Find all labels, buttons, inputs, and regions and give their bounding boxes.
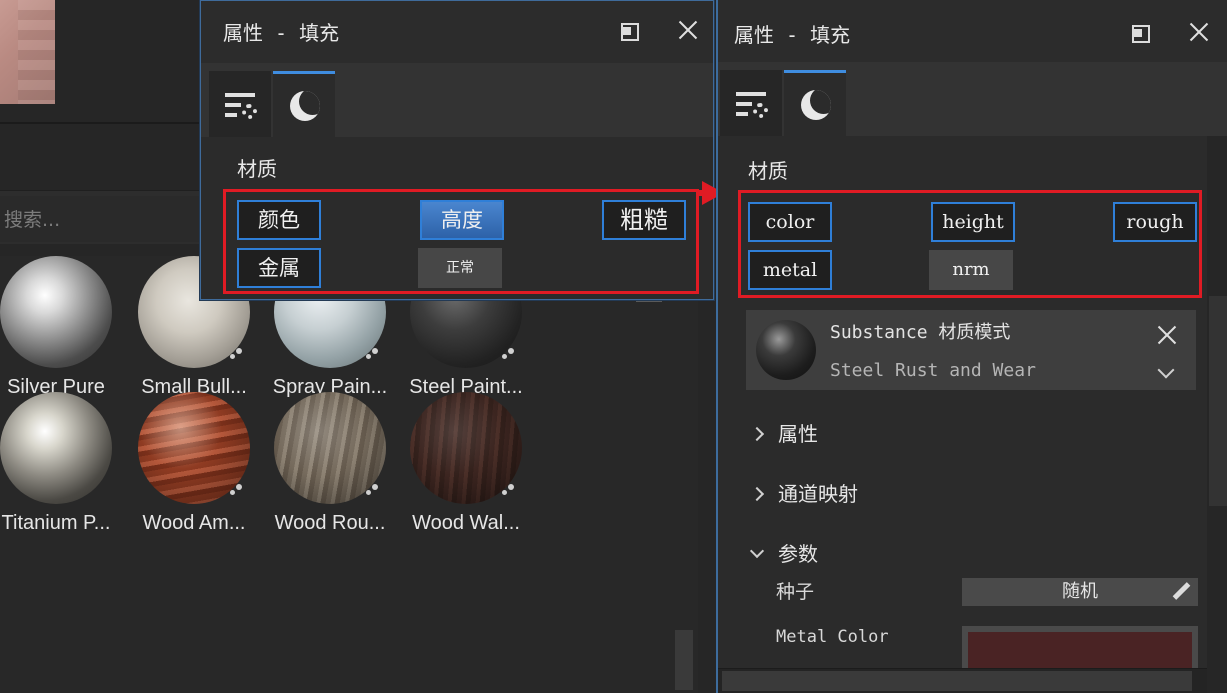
material-item-wood-american[interactable]: Wood Am... <box>124 392 264 535</box>
channel-normal-button[interactable]: 正常 <box>418 248 502 288</box>
close-icon[interactable] <box>1156 324 1178 346</box>
material-sphere-icon <box>801 90 831 120</box>
settings-list-icon <box>225 91 257 123</box>
param-metal-color-label: Metal Color <box>776 627 889 647</box>
random-seed-button[interactable]: 随机 <box>962 578 1198 606</box>
material-sphere-thumbnail <box>0 256 112 368</box>
scrollbar-thumb[interactable] <box>722 671 1192 691</box>
substance-material-name: Steel Rust and Wear <box>830 360 1036 381</box>
material-label: Wood Am... <box>142 512 246 534</box>
material-item-wood-walnut[interactable]: Wood Wal... <box>396 392 536 535</box>
material-item-wood-rough[interactable]: Wood Rou... <box>260 392 400 535</box>
divider <box>0 122 200 124</box>
properties-panel-english: 属性 - 填充 材质 color height rough metal nrm … <box>716 0 1227 693</box>
channel-color-button[interactable]: 颜色 <box>237 200 321 240</box>
panel-titlebar: 属性 - 填充 <box>201 1 713 63</box>
tab-material[interactable] <box>784 70 846 136</box>
channel-height-button[interactable]: height <box>931 202 1015 242</box>
random-seed-label: 随机 <box>1062 581 1098 602</box>
material-sphere-thumbnail <box>138 392 250 504</box>
param-seed-label: 种子 <box>776 581 815 603</box>
group-label: 通道映射 <box>778 482 858 506</box>
material-sphere-thumbnail <box>410 392 522 504</box>
channel-rough-button[interactable]: rough <box>1113 202 1197 242</box>
restore-icon[interactable] <box>617 19 639 41</box>
panel-title: 属性 - 填充 <box>223 21 340 45</box>
channel-normal-button[interactable]: nrm <box>929 250 1013 290</box>
substance-dots-icon <box>366 348 380 362</box>
shelf-scrollbar[interactable] <box>675 630 693 690</box>
channel-color-button[interactable]: color <box>748 202 832 242</box>
material-label: Wood Wal... <box>412 512 520 534</box>
material-sphere-thumbnail <box>0 392 112 504</box>
chevron-down-icon <box>749 543 765 559</box>
close-icon[interactable] <box>677 19 699 41</box>
restore-icon[interactable] <box>1128 21 1150 43</box>
panel-titlebar: 属性 - 填充 <box>718 0 1227 62</box>
group-parameters[interactable]: 参数 <box>749 538 818 567</box>
horizontal-scrollbar[interactable] <box>718 668 1207 693</box>
substance-dots-icon <box>502 348 516 362</box>
substance-dots-icon <box>366 484 380 498</box>
material-grid: Silver Pure Small Bull... Spray Pain... … <box>0 256 698 693</box>
substance-material-card[interactable]: Substance 材质模式 Steel Rust and Wear <box>746 310 1196 390</box>
channel-metal-button[interactable]: 金属 <box>237 248 321 288</box>
channel-metal-button[interactable]: metal <box>748 250 832 290</box>
group-label: 参数 <box>778 542 818 566</box>
pencil-icon[interactable] <box>1172 583 1190 601</box>
material-sphere-icon <box>290 91 320 121</box>
chevron-right-icon <box>749 426 765 442</box>
channel-rough-button[interactable]: 粗糙 <box>602 200 686 240</box>
group-properties[interactable]: 属性 <box>749 418 818 447</box>
tab-settings[interactable] <box>720 70 782 136</box>
section-title-material: 材质 <box>748 159 788 183</box>
properties-panel-chinese: 属性 - 填充 材质 颜色 高度 粗糙 金属 正常 <box>200 0 714 300</box>
substance-dots-icon <box>230 484 244 498</box>
group-label: 属性 <box>778 422 818 446</box>
panel-title: 属性 - 填充 <box>734 23 851 47</box>
tab-settings[interactable] <box>209 71 271 137</box>
close-icon[interactable] <box>1188 21 1210 43</box>
material-item-silver-pure[interactable]: Silver Pure <box>0 256 126 399</box>
material-label: Wood Rou... <box>274 512 386 534</box>
group-channel-mapping[interactable]: 通道映射 <box>749 478 858 507</box>
panel-tabs <box>718 62 1227 136</box>
material-sphere-thumbnail <box>274 392 386 504</box>
substance-dots-icon <box>502 484 516 498</box>
settings-list-icon <box>736 90 768 122</box>
chevron-down-icon[interactable] <box>1157 361 1175 379</box>
panel-scrollbar[interactable] <box>1207 136 1227 693</box>
substance-mode-title: Substance 材质模式 <box>830 322 1011 343</box>
material-preview-thumbnail <box>0 0 55 104</box>
section-title-material: 材质 <box>237 157 277 181</box>
material-sphere-thumbnail <box>756 320 816 380</box>
chevron-right-icon <box>749 486 765 502</box>
material-item-titanium[interactable]: Titanium P... <box>0 392 126 535</box>
panel-tabs <box>201 63 713 137</box>
material-label: Titanium P... <box>1 512 111 534</box>
search-input[interactable]: 搜索... <box>0 196 200 242</box>
scrollbar-thumb[interactable] <box>1209 296 1227 506</box>
tab-material[interactable] <box>273 71 335 137</box>
substance-dots-icon <box>230 348 244 362</box>
channel-height-button[interactable]: 高度 <box>420 200 504 240</box>
